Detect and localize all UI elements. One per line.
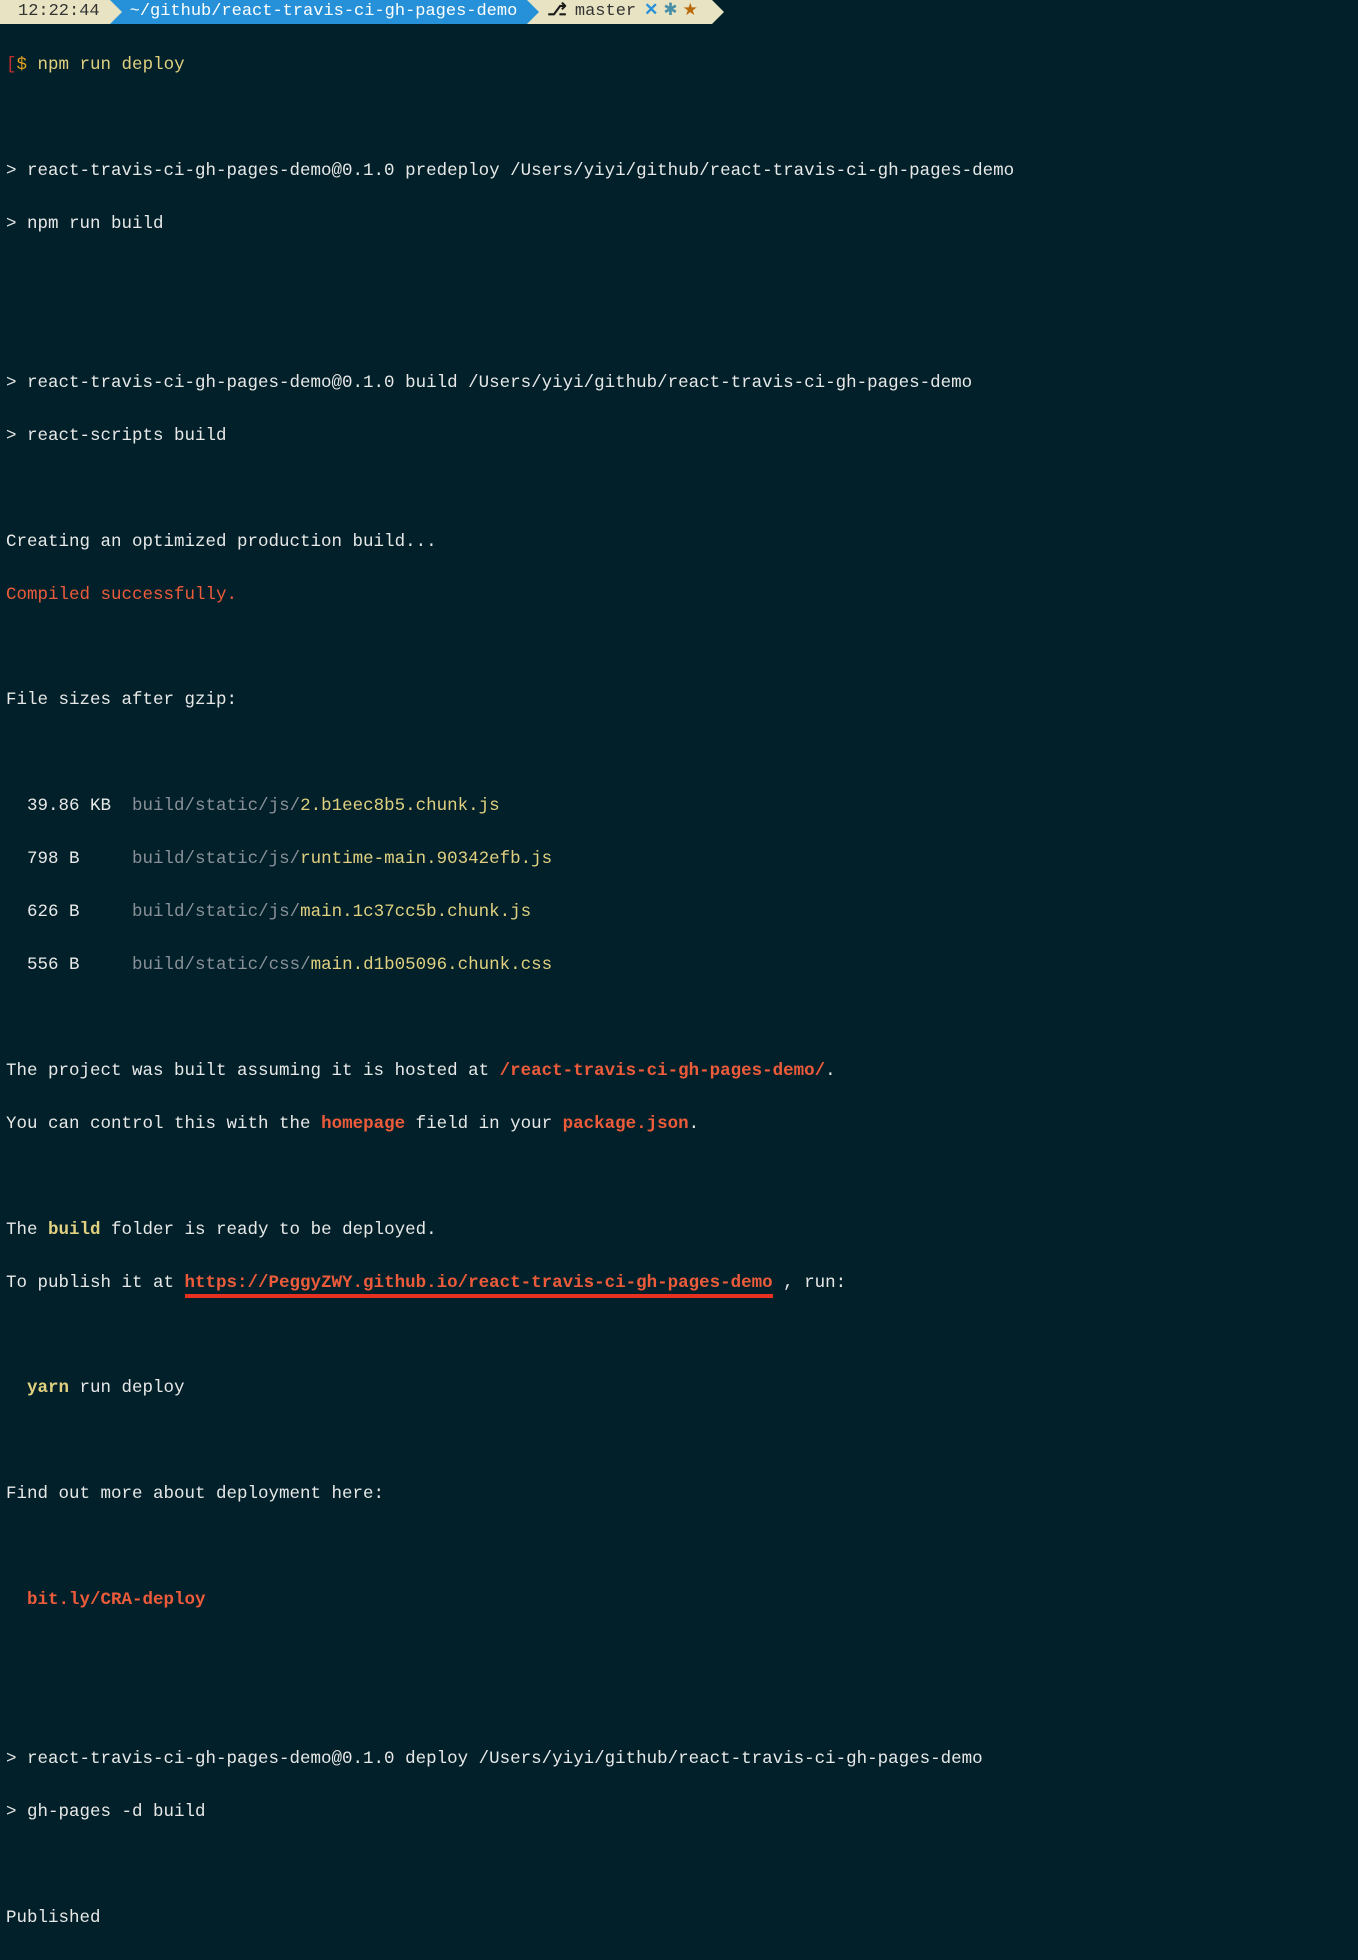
deploy-command: > gh-pages -d build xyxy=(6,1799,1352,1826)
blank-line xyxy=(6,1323,1352,1350)
blank-line xyxy=(6,476,1352,503)
terminal-prompt-bar: 12:22:44 ~/github/react-travis-ci-gh-pag… xyxy=(0,0,1358,24)
blank-line xyxy=(6,740,1352,767)
terminal-output[interactable]: [$ npm run deploy > react-travis-ci-gh-p… xyxy=(0,24,1358,1960)
command-line: [$ npm run deploy xyxy=(6,52,1352,79)
blank-line xyxy=(6,264,1352,291)
prompt-time-segment: 12:22:44 xyxy=(0,0,110,24)
blank-line xyxy=(6,1005,1352,1032)
blank-line xyxy=(6,105,1352,132)
find-out-more-line: Find out more about deployment here: xyxy=(6,1481,1352,1508)
publish-url-line: To publish it at https://PeggyZWY.github… xyxy=(6,1270,1352,1297)
yarn-command-line: yarn run deploy xyxy=(6,1375,1352,1402)
file-size-row: 39.86 KB build/static/js/2.b1eec8b5.chun… xyxy=(6,793,1352,820)
star-icon: ★ xyxy=(683,0,698,25)
published-line: Published xyxy=(6,1905,1352,1932)
homepage-hint-line: You can control this with the homepage f… xyxy=(6,1111,1352,1138)
blank-line xyxy=(6,1693,1352,1720)
file-size-row: 626 B build/static/js/main.1c37cc5b.chun… xyxy=(6,899,1352,926)
deploy-docs-link: bit.ly/CRA-deploy xyxy=(27,1590,206,1610)
deploy-header: > react-travis-ci-gh-pages-demo@0.1.0 de… xyxy=(6,1746,1352,1773)
blank-line xyxy=(6,1428,1352,1455)
blank-line xyxy=(6,635,1352,662)
compiled-success-line: Compiled successfully. xyxy=(6,582,1352,609)
prompt-time: 12:22:44 xyxy=(18,0,100,25)
publish-url: https://PeggyZWY.github.io/react-travis-… xyxy=(185,1273,773,1298)
entered-command: npm run deploy xyxy=(38,55,185,75)
prompt-bracket: [ xyxy=(6,55,17,75)
prompt-path-segment: ~/github/react-travis-ci-gh-pages-demo xyxy=(110,0,528,24)
file-sizes-header: File sizes after gzip: xyxy=(6,687,1352,714)
x-icon: ✕ xyxy=(644,0,658,25)
blank-line xyxy=(6,1534,1352,1561)
gear-icon: ✱ xyxy=(663,0,677,25)
git-branch-icon: ⎇ xyxy=(547,0,567,25)
prompt-branch-name: master xyxy=(575,0,636,25)
prompt-dollar: $ xyxy=(17,55,28,75)
blank-line xyxy=(6,317,1352,344)
predeploy-header: > react-travis-ci-gh-pages-demo@0.1.0 pr… xyxy=(6,158,1352,185)
build-command: > react-scripts build xyxy=(6,423,1352,450)
predeploy-command: > npm run build xyxy=(6,211,1352,238)
creating-build-line: Creating an optimized production build..… xyxy=(6,529,1352,556)
git-status-icons: ✕ ✱ ★ xyxy=(644,0,698,25)
deploy-docs-link-line: bit.ly/CRA-deploy xyxy=(6,1587,1352,1614)
prompt-branch-segment: ⎇ master ✕ ✱ ★ xyxy=(527,0,712,24)
blank-line xyxy=(6,1852,1352,1879)
file-size-row: 556 B build/static/css/main.d1b05096.chu… xyxy=(6,952,1352,979)
build-header: > react-travis-ci-gh-pages-demo@0.1.0 bu… xyxy=(6,370,1352,397)
hosted-at-line: The project was built assuming it is hos… xyxy=(6,1058,1352,1085)
file-size-row: 798 B build/static/js/runtime-main.90342… xyxy=(6,846,1352,873)
blank-line xyxy=(6,1164,1352,1191)
build-ready-line: The build folder is ready to be deployed… xyxy=(6,1217,1352,1244)
prompt-path: ~/github/react-travis-ci-gh-pages-demo xyxy=(130,0,518,25)
blank-line xyxy=(6,1640,1352,1667)
